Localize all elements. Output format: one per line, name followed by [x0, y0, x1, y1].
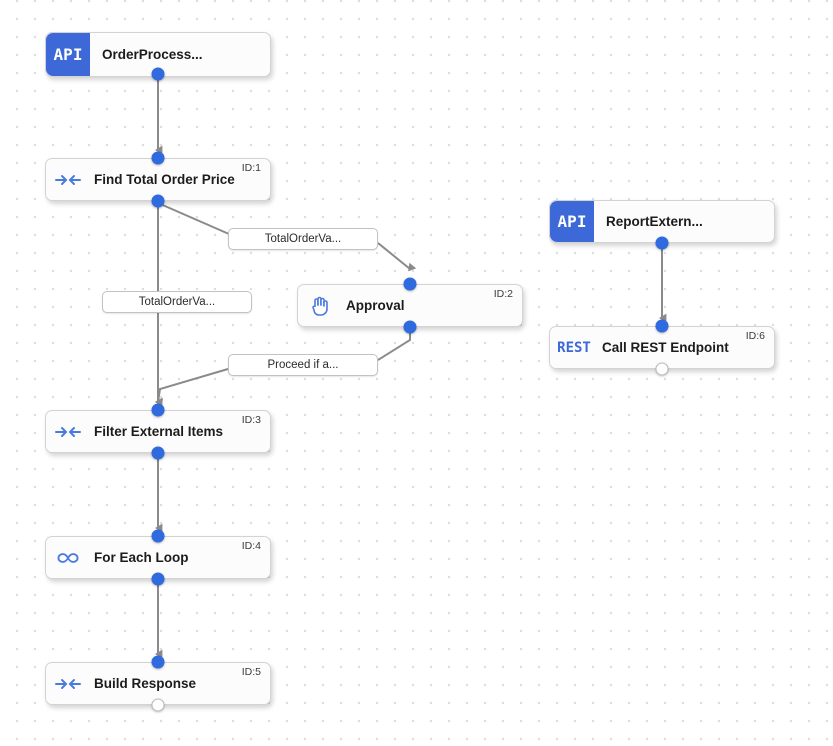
- node-id-tag: ID:3: [241, 414, 261, 426]
- api-badge-icon: API: [550, 201, 594, 242]
- rest-badge-icon: REST: [557, 339, 591, 356]
- node-id-tag: ID:4: [241, 540, 261, 552]
- edge-label-total-order-value-approval[interactable]: TotalOrderVa...: [228, 228, 378, 250]
- merge-arrows-icon: [46, 172, 90, 188]
- api-badge-icon: API: [46, 33, 90, 76]
- node-id-tag: ID:5: [241, 666, 261, 678]
- edge-find-to-approval-tail: [377, 242, 417, 272]
- infinity-loop-icon: [46, 550, 90, 566]
- merge-arrows-icon: [46, 676, 90, 692]
- node-title: Filter External Items: [94, 424, 224, 439]
- node-title: Approval: [346, 298, 405, 313]
- node-title: For Each Loop: [94, 550, 189, 565]
- port-output-for-each-loop[interactable]: [151, 572, 165, 586]
- port-output-report-external[interactable]: [655, 236, 669, 250]
- workflow-canvas[interactable]: API OrderProcess... Find Total Order Pri…: [0, 0, 833, 746]
- edge-approval-to-filter: [377, 329, 411, 361]
- port-output-approval[interactable]: [403, 320, 417, 334]
- port-output-find-total-order-price[interactable]: [151, 194, 165, 208]
- node-title: ReportExtern...: [606, 214, 703, 229]
- port-input-filter-external-items[interactable]: [151, 403, 165, 417]
- port-output-order-process[interactable]: [151, 67, 165, 81]
- edge-layer: [154, 76, 667, 659]
- edge-find-to-approval: [157, 202, 230, 235]
- node-id-tag: ID:1: [241, 162, 261, 174]
- node-id-tag: ID:2: [493, 288, 513, 300]
- node-title: Find Total Order Price: [94, 172, 235, 187]
- edge-approval-to-filter-tail: [155, 368, 229, 408]
- port-input-find-total-order-price[interactable]: [151, 151, 165, 165]
- edge-label-proceed-if-approved[interactable]: Proceed if a...: [228, 354, 378, 376]
- node-id-tag: ID:6: [745, 330, 765, 342]
- edge-label-total-order-value-filter[interactable]: TotalOrderVa...: [102, 291, 252, 313]
- node-title: Call REST Endpoint: [602, 340, 729, 355]
- port-output-filter-external-items[interactable]: [151, 446, 165, 460]
- hand-raised-icon: [298, 295, 342, 317]
- node-title: Build Response: [94, 676, 197, 691]
- merge-arrows-icon: [46, 424, 90, 440]
- port-input-build-response[interactable]: [151, 655, 165, 669]
- port-output-call-rest-endpoint[interactable]: [655, 362, 669, 376]
- port-output-build-response[interactable]: [151, 698, 165, 712]
- node-title: OrderProcess...: [102, 47, 203, 62]
- port-input-for-each-loop[interactable]: [151, 529, 165, 543]
- port-input-call-rest-endpoint[interactable]: [655, 319, 669, 333]
- port-input-approval[interactable]: [403, 277, 417, 291]
